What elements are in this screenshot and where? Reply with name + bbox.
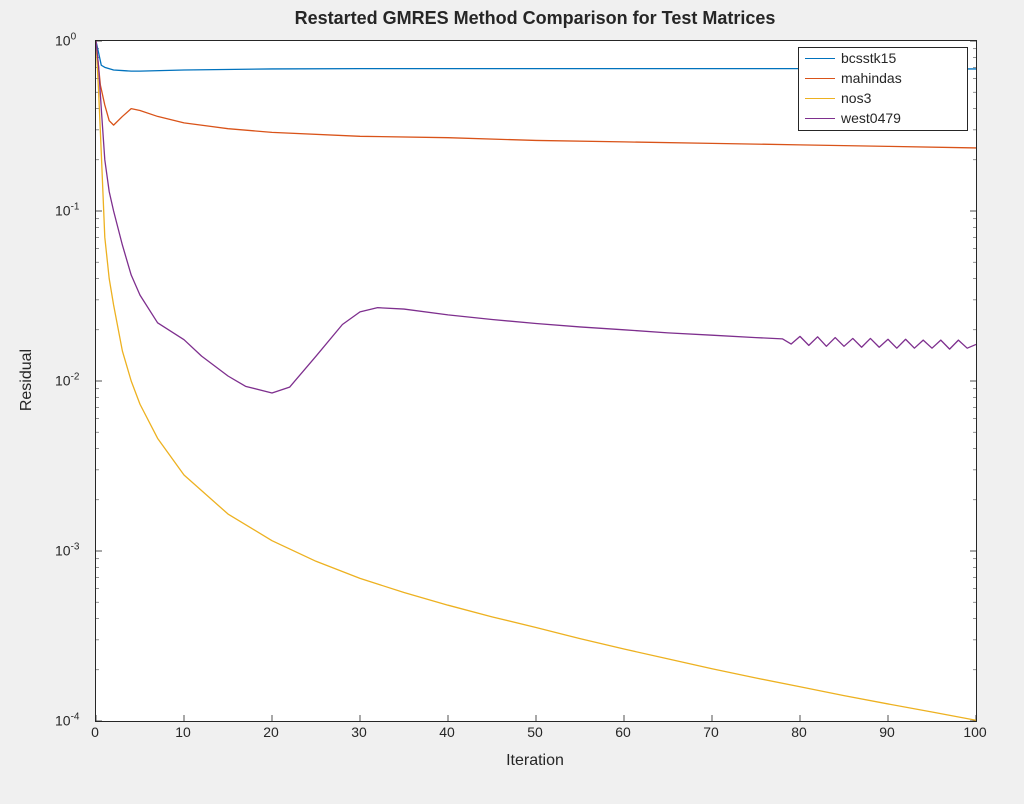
- plot-area: [96, 41, 976, 721]
- legend-label: west0479: [841, 110, 901, 126]
- legend-swatch: [805, 58, 835, 59]
- legend-item: nos3: [799, 88, 967, 108]
- x-axis-label: Iteration: [95, 752, 975, 770]
- chart-title: Restarted GMRES Method Comparison for Te…: [95, 8, 975, 29]
- legend-swatch: [805, 118, 835, 119]
- y-tick-label: 10-3: [55, 542, 79, 559]
- x-tick-label: 80: [791, 724, 807, 740]
- legend: bcsstk15 mahindas nos3 west0479: [798, 47, 968, 131]
- x-tick-label: 70: [703, 724, 719, 740]
- legend-label: bcsstk15: [841, 50, 896, 66]
- x-tick-label: 0: [91, 724, 99, 740]
- figure: { "title": "Restarted GMRES Method Compa…: [0, 0, 1024, 804]
- y-tick-label: 10-4: [55, 712, 79, 729]
- legend-label: nos3: [841, 90, 871, 106]
- x-tick-label: 90: [879, 724, 895, 740]
- y-tick-label: 10-2: [55, 372, 79, 389]
- y-tick-label: 10-1: [55, 202, 79, 219]
- legend-item: bcsstk15: [799, 48, 967, 68]
- x-tick-label: 60: [615, 724, 631, 740]
- x-tick-label: 10: [175, 724, 191, 740]
- legend-item: mahindas: [799, 68, 967, 88]
- x-tick-label: 40: [439, 724, 455, 740]
- x-tick-label: 30: [351, 724, 367, 740]
- y-tick-label: 100: [55, 32, 76, 49]
- legend-swatch: [805, 78, 835, 79]
- x-tick-label: 20: [263, 724, 279, 740]
- x-tick-label: 100: [963, 724, 986, 740]
- series-nos3: [96, 41, 976, 720]
- x-tick-label: 50: [527, 724, 543, 740]
- legend-item: west0479: [799, 108, 967, 128]
- legend-label: mahindas: [841, 70, 902, 86]
- axes: [95, 40, 977, 722]
- y-axis-label: Residual: [18, 40, 38, 720]
- legend-swatch: [805, 98, 835, 99]
